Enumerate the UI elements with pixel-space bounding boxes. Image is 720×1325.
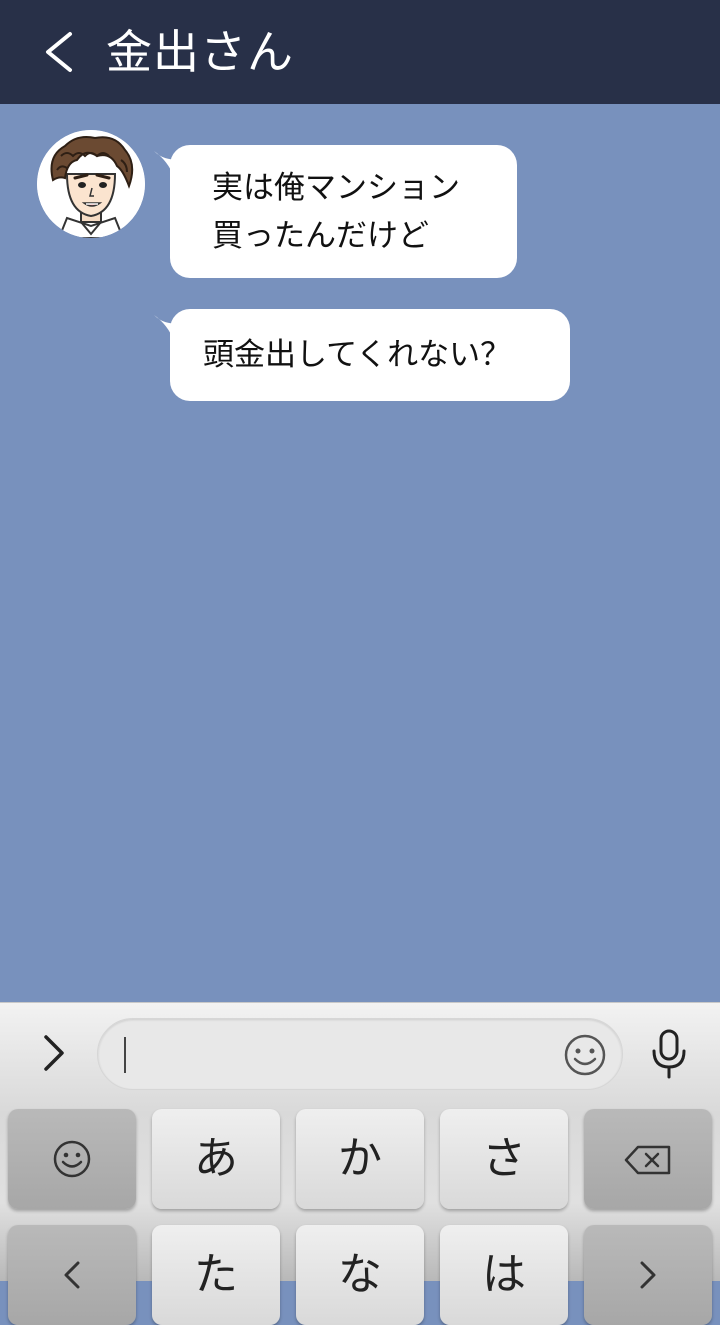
backspace-icon (624, 1145, 671, 1175)
key-label: あ (194, 1133, 238, 1184)
expand-button[interactable] (30, 1027, 78, 1079)
key-label: か (338, 1133, 382, 1184)
message-input[interactable] (97, 1018, 623, 1090)
contact-avatar[interactable] (37, 130, 145, 238)
avatar-portrait (37, 130, 145, 238)
key-label: さ (482, 1133, 526, 1184)
chevron-right-icon (640, 1261, 656, 1289)
message-bubble[interactable]: 実は俺マンション 買ったんだけど (154, 145, 517, 278)
emoji-button[interactable] (563, 1033, 607, 1077)
key-ka[interactable]: か (296, 1109, 424, 1209)
microphone-icon (652, 1029, 686, 1079)
chevron-right-icon (44, 1035, 64, 1071)
message-line: 頭金出してくれない？ (203, 337, 512, 373)
message-bubble[interactable]: 頭金出してくれない？ (154, 309, 570, 401)
message-line: 買ったんだけど (212, 218, 429, 254)
chevron-left-icon (46, 32, 72, 72)
text-cursor (124, 1037, 126, 1073)
key-label: た (194, 1249, 238, 1300)
bubble-tail (154, 151, 186, 177)
key-a[interactable]: あ (152, 1109, 280, 1209)
cursor-right-key[interactable] (584, 1225, 712, 1325)
message-list[interactable]: 実は俺マンション 買ったんだけど 頭金出してくれない？ (0, 104, 720, 1002)
emoji-key[interactable] (8, 1109, 136, 1209)
input-panel: あ か さ た な は (0, 1002, 720, 1325)
emoji-icon (53, 1140, 91, 1178)
chat-header: 金出さん (0, 0, 720, 104)
key-na[interactable]: な (296, 1225, 424, 1325)
key-ha[interactable]: は (440, 1225, 568, 1325)
emoji-icon (564, 1034, 606, 1076)
voice-input-button[interactable] (646, 1027, 692, 1081)
contact-name: 金出さん (106, 25, 294, 79)
chevron-left-icon (64, 1261, 80, 1289)
key-label: は (482, 1249, 526, 1300)
input-bar (0, 1003, 720, 1103)
key-ta[interactable]: た (152, 1225, 280, 1325)
backspace-key[interactable] (584, 1109, 712, 1209)
bubble-tail (154, 315, 186, 341)
key-sa[interactable]: さ (440, 1109, 568, 1209)
message-line: 実は俺マンション (212, 170, 460, 206)
key-label: な (338, 1249, 382, 1300)
back-button[interactable] (30, 22, 90, 82)
cursor-left-key[interactable] (8, 1225, 136, 1325)
